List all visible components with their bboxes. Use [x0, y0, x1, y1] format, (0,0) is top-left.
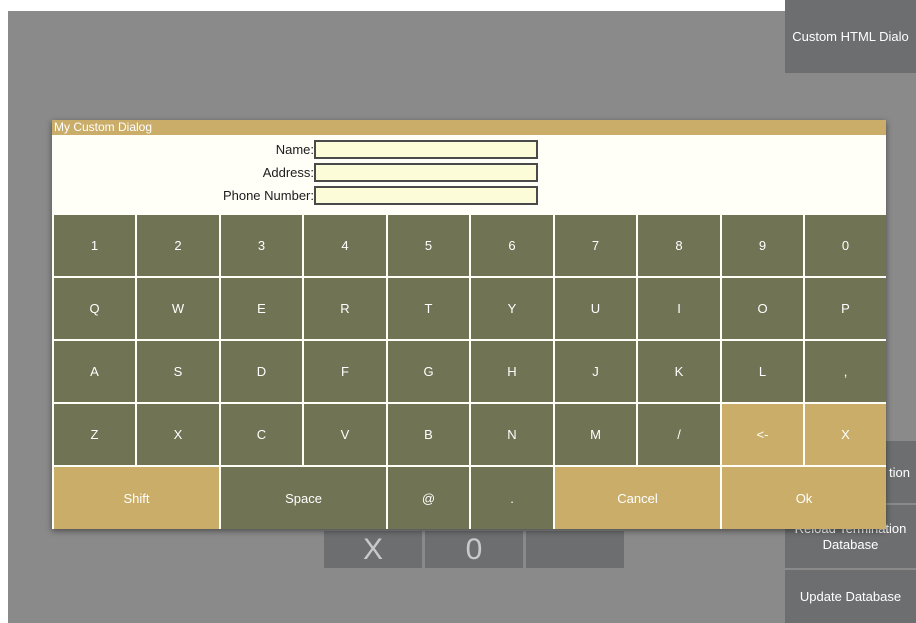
key-z[interactable]: Z: [54, 404, 135, 465]
key-6[interactable]: 6: [471, 215, 553, 276]
key-5[interactable]: 5: [388, 215, 469, 276]
key-7[interactable]: 7: [555, 215, 636, 276]
address-label: Address:: [262, 165, 314, 180]
key-i[interactable]: I: [638, 278, 720, 339]
address-field[interactable]: [314, 163, 538, 182]
key-at[interactable]: @: [388, 467, 469, 529]
phone-number-label: Phone Number:: [222, 188, 314, 203]
custom-html-dialog-button[interactable]: Custom HTML Dialo: [785, 0, 916, 73]
space-key[interactable]: Space: [221, 467, 386, 529]
key-s[interactable]: S: [137, 341, 219, 402]
dialog-form: Name: Address: Phone Number:: [52, 135, 886, 215]
dialog-title: My Custom Dialog: [52, 120, 886, 135]
key-c[interactable]: C: [221, 404, 302, 465]
key-m[interactable]: M: [555, 404, 636, 465]
key-y[interactable]: Y: [471, 278, 553, 339]
key-l[interactable]: L: [722, 341, 803, 402]
key-t[interactable]: T: [388, 278, 469, 339]
cancel-button[interactable]: Cancel: [555, 467, 720, 529]
clear-key[interactable]: X: [805, 404, 886, 465]
key-f[interactable]: F: [304, 341, 386, 402]
key-v[interactable]: V: [304, 404, 386, 465]
key-0[interactable]: 0: [805, 215, 886, 276]
key-comma[interactable]: ,: [805, 341, 886, 402]
key-3[interactable]: 3: [221, 215, 302, 276]
key-j[interactable]: J: [555, 341, 636, 402]
key-a[interactable]: A: [54, 341, 135, 402]
key-4[interactable]: 4: [304, 215, 386, 276]
key-9[interactable]: 9: [722, 215, 803, 276]
name-row: Name:: [52, 140, 552, 160]
key-q[interactable]: Q: [54, 278, 135, 339]
key-k[interactable]: K: [638, 341, 720, 402]
key-e[interactable]: E: [221, 278, 302, 339]
background-key-blank[interactable]: [526, 531, 624, 568]
key-slash[interactable]: /: [638, 404, 720, 465]
key-r[interactable]: R: [304, 278, 386, 339]
key-period[interactable]: .: [471, 467, 553, 529]
key-w[interactable]: W: [137, 278, 219, 339]
key-d[interactable]: D: [221, 341, 302, 402]
key-g[interactable]: G: [388, 341, 469, 402]
key-h[interactable]: H: [471, 341, 553, 402]
update-database-button[interactable]: Update Database: [785, 570, 916, 623]
background-key-x[interactable]: X: [324, 531, 422, 568]
ok-button[interactable]: Ok: [722, 467, 886, 529]
key-b[interactable]: B: [388, 404, 469, 465]
key-1[interactable]: 1: [54, 215, 135, 276]
key-8[interactable]: 8: [638, 215, 720, 276]
name-label: Name:: [275, 142, 314, 157]
key-n[interactable]: N: [471, 404, 553, 465]
on-screen-keyboard: 1 2 3 4 5 6 7 8 9 0 Q W E R T Y U I O P …: [52, 215, 886, 529]
custom-dialog: My Custom Dialog Name: Address: Phone Nu…: [52, 120, 886, 529]
background-key-0[interactable]: 0: [425, 531, 523, 568]
key-2[interactable]: 2: [137, 215, 219, 276]
key-x[interactable]: X: [137, 404, 219, 465]
phone-number-field[interactable]: [314, 186, 538, 205]
address-row: Address:: [52, 163, 552, 183]
backspace-key[interactable]: <-: [722, 404, 803, 465]
name-field[interactable]: [314, 140, 538, 159]
key-p[interactable]: P: [805, 278, 886, 339]
shift-key[interactable]: Shift: [54, 467, 219, 529]
phone-row: Phone Number:: [52, 186, 552, 206]
key-u[interactable]: U: [555, 278, 636, 339]
key-o[interactable]: O: [722, 278, 803, 339]
reload-label-line2: Database: [822, 536, 879, 552]
